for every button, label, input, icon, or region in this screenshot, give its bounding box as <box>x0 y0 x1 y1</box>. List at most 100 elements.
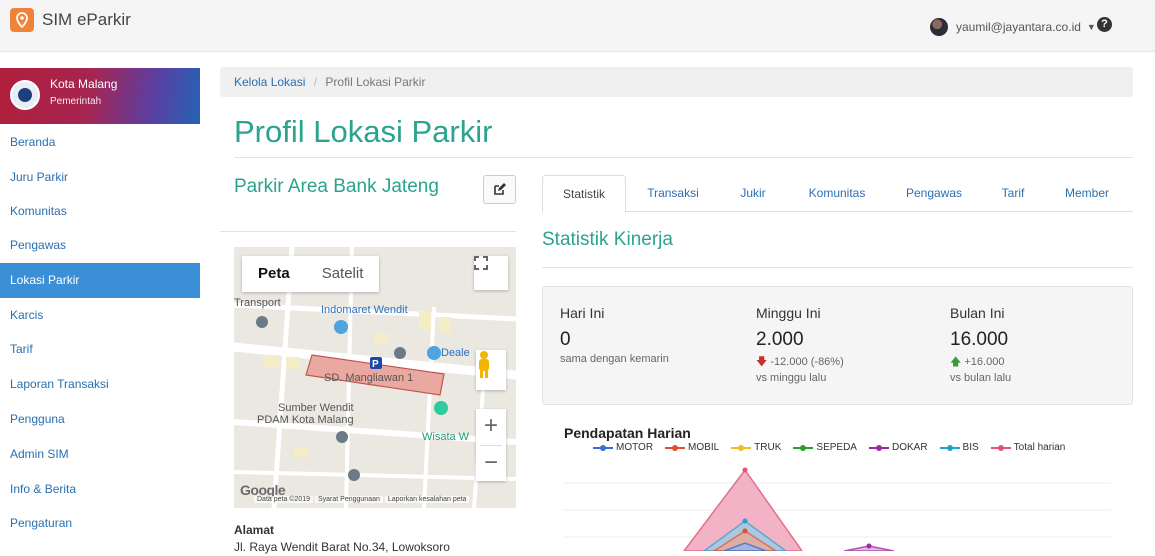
stat-month-value: 16.000 <box>950 329 1009 350</box>
stat-week: Minggu Ini 2.000 🡇 -12.000 (-86%) vs min… <box>756 305 844 384</box>
help-icon[interactable]: ? <box>1097 17 1112 32</box>
legend-label: SEPEDA <box>816 442 857 453</box>
fullscreen-icon <box>474 256 488 270</box>
legend-item[interactable]: BIS <box>939 442 979 453</box>
sidebar-item-pengguna[interactable]: Pengguna <box>0 402 200 437</box>
edit-button[interactable] <box>483 175 516 204</box>
stat-today-label: Hari Ini <box>560 305 605 321</box>
legend-label: BIS <box>962 442 979 453</box>
sidebar: Kota Malang Pemerintah Beranda Juru Park… <box>0 68 200 551</box>
brand[interactable]: SIM eParkir <box>10 8 131 32</box>
tab-member[interactable]: Member <box>1052 175 1122 212</box>
map-label-transport: Transport <box>234 297 281 309</box>
org-banner: Kota Malang Pemerintah <box>0 68 200 124</box>
legend-marker <box>793 444 814 451</box>
legend-marker <box>665 444 686 451</box>
chart-legend: MOTOR MOBIL TRUK SEPEDA DOKAR BIS Total … <box>593 442 1077 453</box>
breadcrumb-separator: / <box>313 75 318 89</box>
sidebar-item-juru-parkir[interactable]: Juru Parkir <box>0 160 200 195</box>
map-report-link[interactable]: Laporkan kesalahan peta <box>384 496 470 503</box>
sidebar-item-admin-sim[interactable]: Admin SIM <box>0 437 200 472</box>
map-label-sd: SD. Mangliawan 1 <box>324 372 414 384</box>
stat-week-change: -12.000 (-86%) <box>770 356 844 368</box>
stat-month: Bulan Ini 16.000 🡅 +16.000 vs bulan lalu <box>950 305 1011 384</box>
map-label-pdam: PDAM Kota Malang <box>257 414 354 426</box>
tab-statistik[interactable]: Statistik <box>542 175 626 213</box>
legend-marker <box>939 444 960 451</box>
fullscreen-button[interactable] <box>474 256 508 290</box>
address-value: Jl. Raya Wendit Barat No.34, Lowoksoro <box>234 540 450 554</box>
tab-transaksi[interactable]: Transaksi <box>638 175 708 212</box>
breadcrumb-kelola-lokasi[interactable]: Kelola Lokasi <box>234 75 305 89</box>
legend-item[interactable]: Total harian <box>990 442 1066 453</box>
sidebar-item-karcis[interactable]: Karcis <box>0 298 200 333</box>
legend-marker <box>990 444 1011 451</box>
divider <box>220 231 516 232</box>
tab-komunitas[interactable]: Komunitas <box>797 175 877 212</box>
sidebar-item-pengawas[interactable]: Pengawas <box>0 228 200 263</box>
arrow-up-icon: 🡅 <box>950 356 962 368</box>
tab-pengawas[interactable]: Pengawas <box>894 175 974 212</box>
divider <box>234 157 1133 158</box>
chart-svg <box>564 467 1111 552</box>
stats-panel: Hari Ini 0 sama dengan kemarin Minggu In… <box>542 286 1133 405</box>
street-view-pegman-button[interactable] <box>476 350 506 390</box>
chart-title: Pendapatan Harian <box>564 425 691 441</box>
stat-today-sub: sama dengan kemarin <box>560 353 669 365</box>
top-navbar: SIM eParkir yaumil@jayantara.co.id ▼ ? <box>0 0 1155 52</box>
legend-label: MOBIL <box>688 442 720 453</box>
app-title: SIM eParkir <box>42 10 131 29</box>
sidebar-item-beranda[interactable]: Beranda <box>0 125 200 160</box>
address-label: Alamat <box>234 523 275 537</box>
legend-item[interactable]: TRUK <box>731 442 781 453</box>
map-terms-link[interactable]: Syarat Penggunaan <box>314 496 383 503</box>
sidebar-item-komunitas[interactable]: Komunitas <box>0 194 200 229</box>
stat-month-change: +16.000 <box>964 356 1005 368</box>
location-name: Parkir Area Bank Jateng <box>234 176 439 197</box>
edit-icon <box>494 183 506 195</box>
divider <box>542 267 1133 268</box>
legend-marker <box>868 444 889 451</box>
stat-today-value: 0 <box>560 329 571 350</box>
stat-today: Hari Ini 0 sama dengan kemarin <box>560 305 669 365</box>
arrow-down-icon: 🡇 <box>756 356 768 368</box>
map-attribution: Data peta ©2019 Syarat Penggunaan Lapork… <box>234 496 516 508</box>
sidebar-item-tarif[interactable]: Tarif <box>0 332 200 367</box>
stat-week-label: Minggu Ini <box>756 305 821 321</box>
tab-tarif[interactable]: Tarif <box>988 175 1038 212</box>
map-type-satelit[interactable]: Satelit <box>306 256 380 292</box>
legend-item[interactable]: MOTOR <box>593 442 653 453</box>
legend-marker <box>731 444 752 451</box>
map-type-toggle: Peta Satelit <box>242 256 380 292</box>
tab-jukir[interactable]: Jukir <box>728 175 778 212</box>
stat-month-sub: vs bulan lalu <box>950 372 1012 384</box>
map-label-dealer: Deale <box>441 347 470 359</box>
user-menu[interactable]: yaumil@jayantara.co.id ▼ <box>930 18 1096 36</box>
zoom-out-button[interactable]: − <box>480 445 502 481</box>
legend-item[interactable]: SEPEDA <box>793 442 857 453</box>
legend-item[interactable]: MOBIL <box>665 442 719 453</box>
detail-tabs: Statistik Transaksi Jukir Komunitas Peng… <box>542 175 1133 213</box>
chart-area <box>564 458 1133 552</box>
pegman-icon <box>479 351 489 378</box>
data-point <box>742 467 748 473</box>
map-data-credit: Data peta ©2019 <box>254 496 314 503</box>
map-type-peta[interactable]: Peta <box>242 256 306 292</box>
legend-item[interactable]: DOKAR <box>868 442 928 453</box>
zoom-in-button[interactable]: + <box>484 409 498 445</box>
stat-month-label: Bulan Ini <box>950 305 1005 321</box>
legend-label: DOKAR <box>891 442 928 453</box>
sidebar-item-info-berita[interactable]: Info & Berita <box>0 472 200 507</box>
breadcrumb-current: Profil Lokasi Parkir <box>325 75 426 89</box>
sidebar-item-pengaturan[interactable]: Pengaturan <box>0 506 200 541</box>
stat-week-sub: vs minggu lalu <box>756 372 827 384</box>
legend-label: Total harian <box>1013 442 1066 453</box>
breadcrumb: Kelola Lokasi / Profil Lokasi Parkir <box>220 67 1133 97</box>
sidebar-item-laporan-transaksi[interactable]: Laporan Transaksi <box>0 367 200 402</box>
location-map[interactable]: P Transport Indomaret Wendit Deale SD. M… <box>234 247 516 508</box>
page-title: Profil Lokasi Parkir <box>234 114 493 149</box>
data-point <box>866 543 872 549</box>
sidebar-item-lokasi-parkir[interactable]: Lokasi Parkir <box>0 263 200 298</box>
legend-label: MOTOR <box>616 442 654 453</box>
location-pin-icon <box>10 8 34 32</box>
